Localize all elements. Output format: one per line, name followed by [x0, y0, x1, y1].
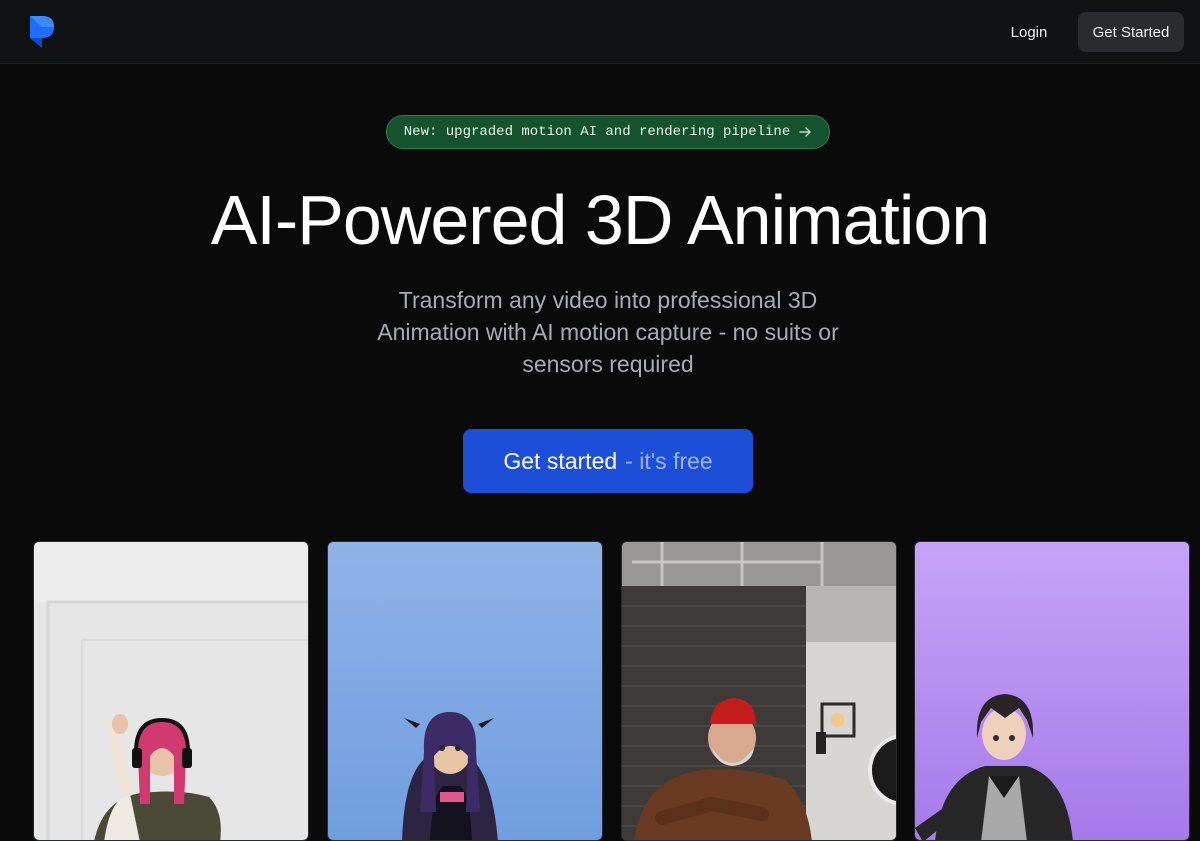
showcase-card-avatar-boy[interactable] [914, 541, 1190, 841]
arrow-right-icon [799, 127, 811, 137]
showcase-image-anime-avatar [328, 542, 602, 840]
hero-get-started-button[interactable]: Get started - it's free [463, 429, 753, 493]
navbar: Login Get Started [0, 0, 1200, 64]
announcement-text: New: upgraded motion AI and rendering pi… [403, 124, 791, 140]
cta-main-label: Get started [503, 447, 618, 474]
cta-muted-label: - it's free [625, 447, 713, 474]
showcase-image-man-beanie [622, 542, 896, 840]
announcement-pill[interactable]: New: upgraded motion AI and rendering pi… [386, 115, 830, 149]
showcase-card-video[interactable] [33, 541, 309, 841]
showcase-image-anime-boy [915, 542, 1189, 840]
showcase-card-video-man[interactable] [621, 541, 897, 841]
hero-subtitle: Transform any video into professional 3D… [377, 287, 839, 377]
get-started-nav-button[interactable]: Get Started [1078, 12, 1184, 52]
showcase-card-avatar[interactable] [327, 541, 603, 841]
hero-title: AI-Powered 3D Animation [210, 181, 991, 259]
showcase-image-woman [34, 542, 308, 840]
logo-icon[interactable] [28, 14, 56, 50]
login-button[interactable]: Login [996, 12, 1062, 52]
